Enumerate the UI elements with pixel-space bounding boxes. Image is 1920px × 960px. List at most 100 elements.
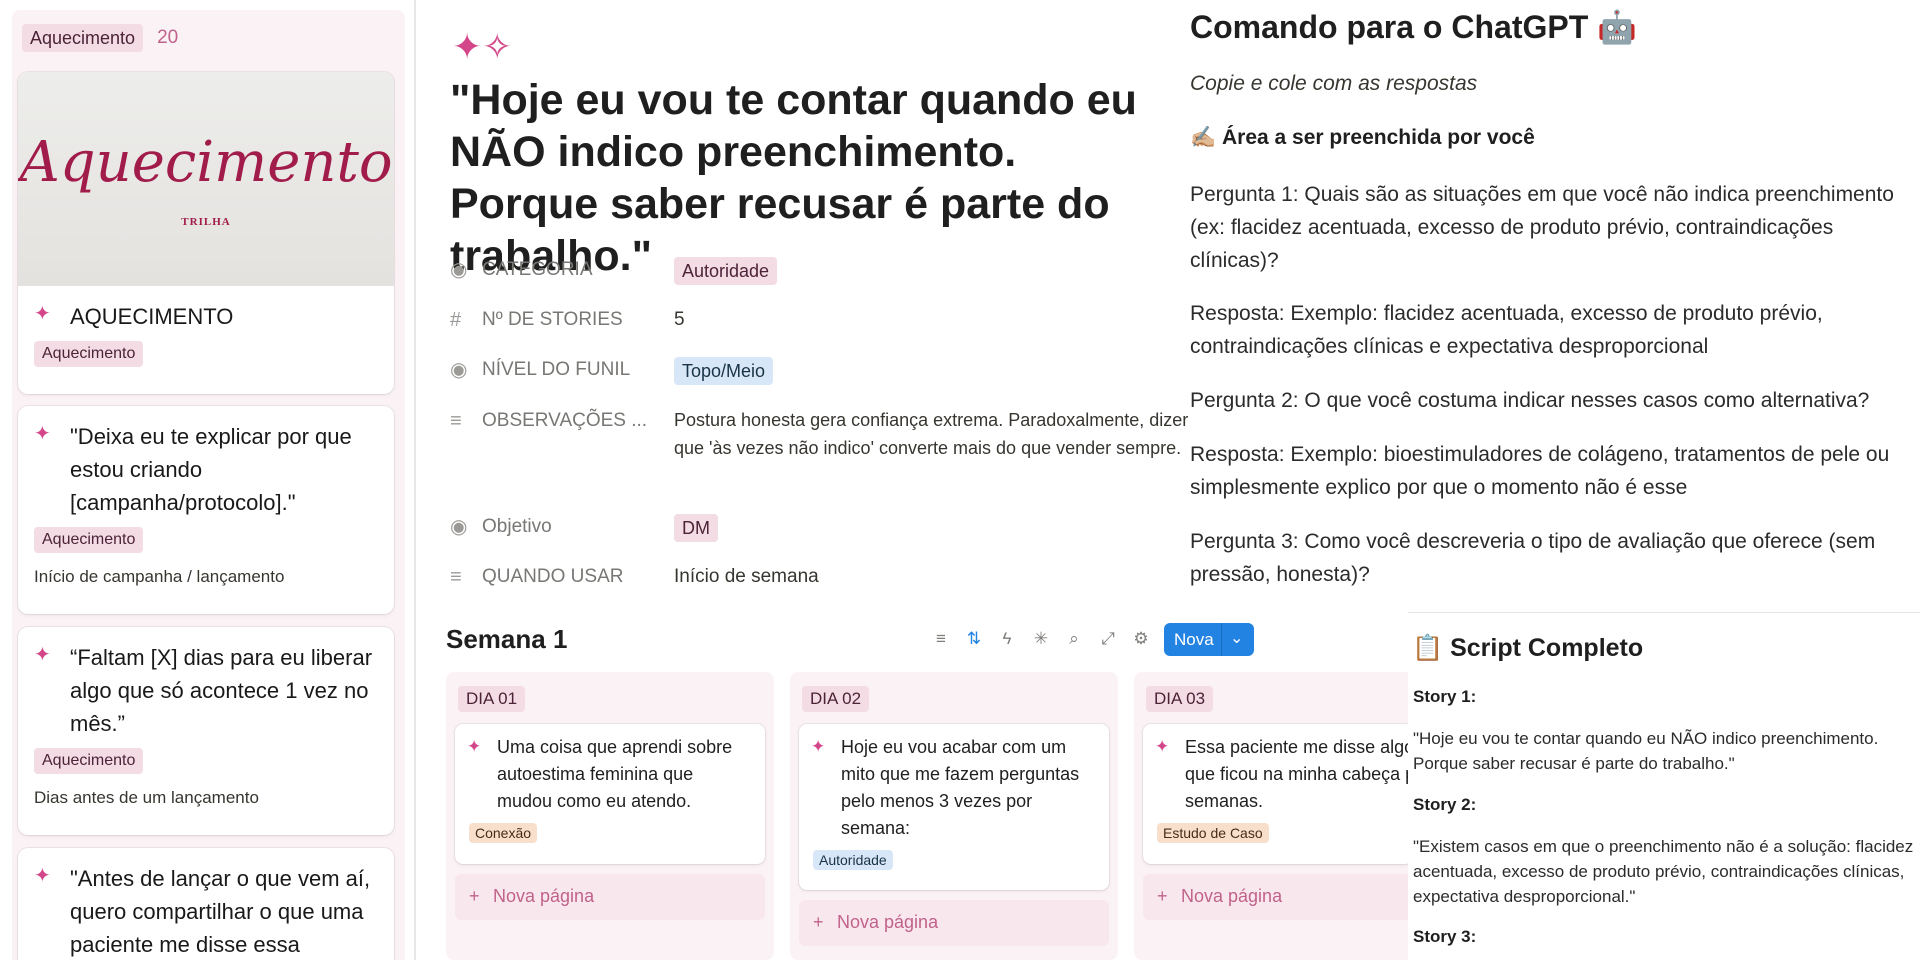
plus-icon: +: [813, 912, 824, 932]
story-text[interactable]: "Existem casos em que o preenchimento nã…: [1413, 834, 1920, 909]
board-card[interactable]: ✦ “Faltam [X] dias para eu liberar algo …: [18, 627, 394, 835]
board-card[interactable]: ✦ Essa paciente me disse algo que ficou n…: [1143, 724, 1413, 864]
property-label: Objetivo: [482, 516, 552, 537]
sparkles-icon: ✦: [1155, 737, 1170, 756]
property-categoria[interactable]: ◉ CATEGORIA Autoridade: [450, 257, 778, 285]
story-label: Story 3:: [1413, 927, 1477, 946]
group-name-tag: Aquecimento: [22, 24, 144, 52]
card-note: Início de campanha / lançamento: [34, 567, 285, 586]
sparkles-icon: ✦: [34, 644, 51, 666]
group-count: 20: [157, 27, 179, 48]
new-page-label: Nova página: [837, 912, 939, 932]
command-heading: Comando para o ChatGPT 🤖: [1190, 9, 1637, 45]
page-title[interactable]: "Hoje eu vou te contar quando eu NÃO ind…: [450, 74, 1150, 282]
answer-1[interactable]: Resposta: Exemplo: flacidez acentuada, e…: [1190, 297, 1920, 363]
property-observacoes[interactable]: ≡ OBSERVAÇÕES ... Postura honesta gera c…: [450, 408, 1194, 462]
property-label: Nº DE STORIES: [482, 309, 623, 330]
board-card[interactable]: ✦ Uma coisa que aprendi sobre autoestima …: [455, 724, 765, 864]
question-1[interactable]: Pergunta 1: Quais são as situações em qu…: [1190, 178, 1920, 277]
column-label: DIA 01: [458, 686, 526, 712]
answer-2[interactable]: Resposta: Exemplo: bioestimuladores de c…: [1190, 438, 1920, 504]
property-value-tag: Autoridade: [674, 257, 778, 285]
column-label: DIA 02: [802, 686, 870, 712]
property-label: NÍVEL DO FUNIL: [482, 359, 631, 380]
settings-icon[interactable]: ⚙: [1130, 628, 1152, 650]
ai-sparkle-icon[interactable]: ✳: [1030, 628, 1052, 650]
sparkles-icon: ✦: [34, 303, 51, 325]
property-label: OBSERVAÇÕES ...: [482, 410, 648, 431]
sparkles-icon: ✦: [34, 423, 51, 445]
card-title: AQUECIMENTO: [70, 304, 234, 329]
card-title: Uma coisa que aprendi sobre autoestima f…: [497, 737, 733, 811]
text-lines-icon: ≡: [450, 410, 462, 432]
sparkles-icon: ✦: [811, 737, 826, 756]
question-3[interactable]: Pergunta 3: Como você descreveria o tipo…: [1190, 525, 1920, 591]
cover-subtitle: TRILHA: [181, 216, 231, 228]
property-value: Início de semana: [674, 566, 819, 587]
search-icon[interactable]: ⌕: [1063, 628, 1085, 650]
chevron-down-icon[interactable]: ⌄: [1230, 628, 1243, 648]
card-tag: Aquecimento: [34, 341, 144, 367]
new-page-button[interactable]: + Nova página: [455, 874, 765, 920]
sparkles-icon: ✦: [467, 737, 482, 756]
card-tag: Conexão: [469, 823, 538, 843]
card-title: Hoje eu vou acabar com um mito que me fa…: [841, 737, 1080, 838]
select-icon: ◉: [450, 516, 468, 538]
board-card[interactable]: ✦ Hoje eu vou acabar com um mito que me f…: [799, 724, 1109, 890]
page-sparkles-icon[interactable]: ✦✧: [452, 26, 512, 70]
column-label: DIA 03: [1146, 686, 1214, 712]
sparkles-icon: ✦: [34, 865, 51, 887]
column-header[interactable]: DIA 02: [802, 686, 870, 712]
story-text[interactable]: "Hoje eu vou te contar quando eu NÃO ind…: [1413, 726, 1920, 776]
card-tag: Aquecimento: [34, 527, 144, 553]
board-card[interactable]: ✦ "Deixa eu te explicar por que estou cr…: [18, 406, 394, 614]
column-divider: [414, 0, 416, 960]
new-page-label: Nova página: [1181, 886, 1283, 906]
card-title: “Faltam [X] dias para eu liberar algo qu…: [70, 645, 373, 736]
card-cover-image: Aquecimento TRILHA: [18, 72, 394, 286]
column-header[interactable]: DIA 03: [1146, 686, 1214, 712]
left-board-column: Aquecimento 20 Aquecimento TRILHA ✦ AQUE…: [0, 0, 414, 960]
area-heading: ✍🏼 Área a ser preenchida por você: [1190, 126, 1535, 149]
property-objetivo[interactable]: ◉ Objetivo DM: [450, 514, 718, 542]
automation-icon[interactable]: ϟ: [996, 628, 1018, 650]
expand-icon[interactable]: ⤢: [1097, 628, 1119, 650]
text-lines-icon: ≡: [450, 566, 462, 588]
property-value: 5: [674, 309, 685, 330]
new-page-label: Nova página: [493, 886, 595, 906]
card-note: Dias antes de um lançamento: [34, 788, 259, 807]
select-icon: ◉: [450, 359, 468, 381]
group-header[interactable]: Aquecimento 20: [22, 24, 178, 52]
card-tag: Aquecimento: [34, 748, 144, 774]
script-heading: 📋 Script Completo: [1412, 634, 1644, 662]
new-page-button[interactable]: + Nova página: [799, 900, 1109, 946]
property-stories[interactable]: # Nº DE STORIES 5: [450, 307, 685, 333]
property-quando-usar[interactable]: ≡ QUANDO USAR Início de semana: [450, 564, 819, 590]
select-icon: ◉: [450, 259, 468, 281]
command-subtitle: Copie e cole com as respostas: [1190, 72, 1478, 95]
filter-icon[interactable]: ≡: [930, 628, 952, 650]
card-title: Essa paciente me disse algo que ficou na…: [1185, 737, 1413, 811]
question-2[interactable]: Pergunta 2: O que você costuma indicar n…: [1190, 384, 1920, 417]
column-header[interactable]: DIA 01: [458, 686, 526, 712]
new-page-button[interactable]: + Nova página: [1143, 874, 1413, 920]
property-label: QUANDO USAR: [482, 566, 624, 587]
property-value-tag: DM: [674, 514, 718, 542]
new-button[interactable]: Nova ⌄: [1164, 623, 1254, 656]
property-funil[interactable]: ◉ NÍVEL DO FUNIL Topo/Meio: [450, 357, 774, 385]
script-divider: [1408, 612, 1920, 613]
board-card[interactable]: Aquecimento TRILHA ✦ AQUECIMENTO Aquecim…: [18, 72, 394, 394]
hash-icon: #: [450, 309, 462, 331]
board-card[interactable]: ✦ "Antes de lançar o que vem aí, quero c…: [18, 848, 394, 960]
plus-icon: +: [469, 886, 480, 906]
plus-icon: +: [1157, 886, 1168, 906]
property-value-tag: Topo/Meio: [674, 357, 774, 385]
new-button-label: Nova: [1174, 630, 1214, 649]
cover-title: Aquecimento: [19, 130, 393, 195]
story-label: Story 1:: [1413, 687, 1477, 706]
board-view-title[interactable]: Semana 1: [446, 624, 567, 655]
property-value: Postura honesta gera confiança extrema. …: [674, 410, 1189, 458]
card-tag: Estudo de Caso: [1157, 823, 1269, 843]
sort-icon[interactable]: ⇅: [963, 628, 985, 650]
card-title: "Deixa eu te explicar por que estou cria…: [70, 424, 352, 515]
